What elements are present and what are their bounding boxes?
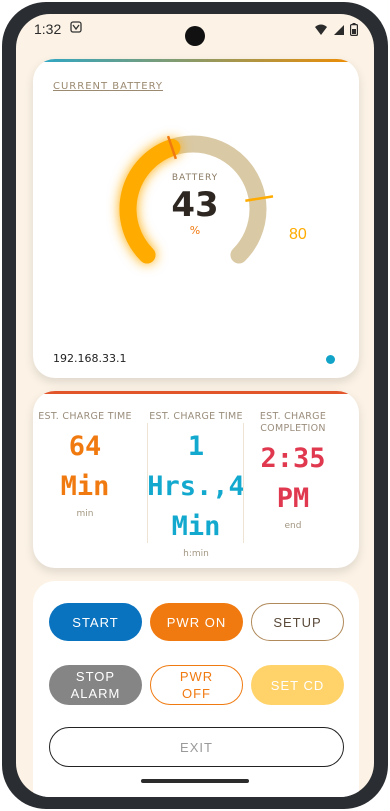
estimate-value-line: Min <box>171 511 221 542</box>
estimate-label: EST. CHARGE TIME <box>38 411 132 422</box>
estimate-column-hours: EST. CHARGE TIME 1 Hrs.,4 Min h:min <box>146 411 246 559</box>
estimate-unit: min <box>76 509 94 519</box>
estimate-value-line: 2:35 <box>260 443 326 474</box>
power-on-button[interactable]: PWR ON <box>150 603 243 641</box>
signal-icon <box>334 24 344 35</box>
estimate-value: 64 Min <box>35 427 135 507</box>
estimate-column-minutes: EST. CHARGE TIME 64 Min min <box>35 411 135 519</box>
battery-unit: % <box>190 224 200 237</box>
battery-icon <box>350 23 358 36</box>
set-countdown-button[interactable]: SET CD <box>251 665 344 705</box>
estimate-value-line: 1 <box>187 431 205 462</box>
exit-button[interactable]: EXIT <box>49 727 344 767</box>
estimate-unit: h:min <box>183 549 209 559</box>
battery-card-title: CURRENT BATTERY <box>53 81 163 92</box>
front-camera <box>185 26 205 46</box>
battery-card: CURRENT BATTERY 80 BATTERY 43 % 192.168.… <box>33 59 359 378</box>
power-off-button[interactable]: PWR OFF <box>150 665 243 705</box>
status-time: 1:32 <box>34 21 62 37</box>
stop-alarm-button[interactable]: STOP ALARM <box>49 665 142 705</box>
wifi-icon <box>315 24 327 35</box>
setup-button[interactable]: SETUP <box>251 603 344 641</box>
gauge-fill <box>119 139 181 264</box>
estimate-value-line: 64 <box>68 431 102 462</box>
estimate-unit: end <box>284 521 302 531</box>
estimate-value-line: PM <box>276 483 310 514</box>
charge-estimate-card: EST. CHARGE TIME 64 Min min EST. CHARGE … <box>33 391 359 568</box>
app-screen: 1:32 CURRENT BATTERY 80 BATTERY 43 % 192… <box>16 14 374 797</box>
connection-indicator <box>326 355 335 364</box>
status-bar: 1:32 <box>16 14 374 46</box>
controls-card: START PWR ON SETUP STOP ALARM PWR OFF SE… <box>33 581 359 797</box>
battery-percentage: 43 <box>171 185 218 225</box>
estimate-value: 1 Hrs.,4 Min <box>146 427 246 547</box>
estimate-card-accent <box>33 391 359 394</box>
home-indicator <box>141 779 249 783</box>
notification-icon <box>70 21 82 33</box>
battery-gauge: 80 BATTERY 43 % <box>119 135 307 264</box>
start-button[interactable]: START <box>49 603 142 641</box>
estimate-value-line: Min <box>60 471 110 502</box>
status-icons <box>314 23 358 36</box>
phone-frame: 1:32 CURRENT BATTERY 80 BATTERY 43 % 192… <box>2 2 388 809</box>
device-ip: 192.168.33.1 <box>53 352 127 365</box>
gauge-label: BATTERY <box>172 173 218 183</box>
battery-card-accent <box>33 59 359 62</box>
gauge-limit-value: 80 <box>289 226 307 243</box>
estimate-value: 2:35 PM <box>243 439 343 519</box>
estimate-value-line: Hrs.,4 <box>147 471 245 502</box>
estimate-column-completion: EST. CHARGE COMPLETION 2:35 PM end <box>243 411 343 531</box>
estimate-label: EST. CHARGE COMPLETION <box>259 411 327 434</box>
estimate-label: EST. CHARGE TIME <box>149 411 243 422</box>
